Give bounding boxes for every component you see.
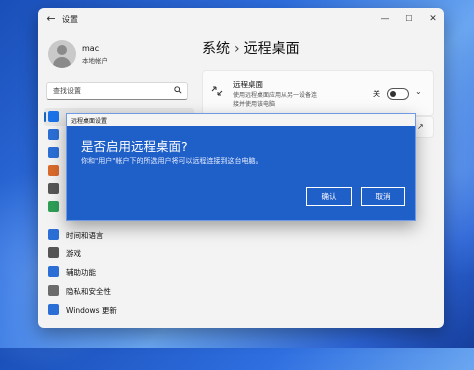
- globe-clock-icon: [48, 229, 59, 240]
- user-name: mac: [82, 44, 100, 53]
- confirm-button[interactable]: 确认: [306, 187, 352, 206]
- maximize-button[interactable]: ☐: [400, 12, 418, 26]
- window-title: 设置: [62, 15, 78, 24]
- external-link-icon[interactable]: ↗: [417, 122, 424, 131]
- breadcrumb-separator: ›: [234, 41, 240, 57]
- remote-desktop-card[interactable]: 远程桌面 使用远程桌面应用从另一设备连 接并使用该电脑 关 ⌄: [202, 70, 434, 116]
- sidebar-item-label: 游戏: [66, 249, 81, 258]
- back-button[interactable]: ←: [44, 12, 58, 26]
- sidebar-item-label: Windows 更新: [66, 306, 117, 315]
- brush-icon: [48, 165, 59, 176]
- dialog-title: 远程桌面设置: [71, 118, 108, 125]
- remote-desktop-description: 使用远程桌面应用从另一设备连: [233, 92, 318, 99]
- breadcrumb: 系统 › 远程桌面: [202, 38, 300, 58]
- dialog-heading: 是否启用远程桌面?: [81, 139, 188, 154]
- breadcrumb-parent[interactable]: 系统: [202, 41, 230, 57]
- cancel-button[interactable]: 取消: [361, 187, 405, 206]
- page-title: 远程桌面: [243, 41, 300, 57]
- sidebar-item[interactable]: 游戏: [44, 244, 194, 262]
- sidebar-item-label: 辅助功能: [66, 268, 96, 277]
- search-placeholder: 查找设置: [53, 87, 81, 95]
- user-profile[interactable]: mac 本地帐户: [48, 40, 198, 70]
- sidebar-item[interactable]: Windows 更新: [44, 301, 194, 319]
- sidebar-item-label: 隐私和安全性: [66, 287, 111, 296]
- system-icon: [48, 111, 59, 122]
- shield-icon: [48, 285, 59, 296]
- avatar: [48, 40, 76, 68]
- bluetooth-icon: [48, 129, 59, 140]
- chevron-down-icon[interactable]: ⌄: [415, 87, 422, 96]
- remote-desktop-title: 远程桌面: [233, 80, 263, 89]
- account-type: 本地帐户: [82, 57, 108, 65]
- wifi-icon: [48, 147, 59, 158]
- remote-desktop-dialog: 远程桌面设置 是否启用远程桌面? 你和"用户"帐户下的所选用户将可以远程连接到这…: [66, 113, 416, 221]
- sidebar-item[interactable]: 辅助功能: [44, 263, 194, 281]
- dialog-body: 你和"用户"帐户下的所选用户将可以远程连接到这台电脑。: [81, 157, 263, 165]
- minimize-button[interactable]: —: [376, 12, 394, 26]
- accessibility-icon: [48, 266, 59, 277]
- apps-icon: [48, 183, 59, 194]
- sidebar-item[interactable]: 隐私和安全性: [44, 282, 194, 300]
- close-button[interactable]: ✕: [424, 12, 442, 26]
- sidebar-item-label: 时间和语言: [66, 231, 104, 240]
- person-icon: [48, 201, 59, 212]
- search-input[interactable]: 查找设置: [46, 82, 188, 100]
- search-icon: [174, 86, 182, 94]
- dialog-title-bar: 远程桌面设置: [67, 114, 415, 126]
- remote-desktop-toggle[interactable]: [387, 88, 409, 100]
- toggle-knob: [390, 91, 396, 97]
- remote-desktop-icon: [211, 86, 223, 96]
- title-bar: ← 设置 — ☐ ✕: [38, 8, 444, 32]
- gamepad-icon: [48, 247, 59, 258]
- update-icon: [48, 304, 59, 315]
- remote-desktop-description-2: 接并使用该电脑: [233, 101, 276, 108]
- toggle-state-label: 关: [373, 90, 380, 98]
- sidebar-item[interactable]: 时间和语言: [44, 226, 194, 244]
